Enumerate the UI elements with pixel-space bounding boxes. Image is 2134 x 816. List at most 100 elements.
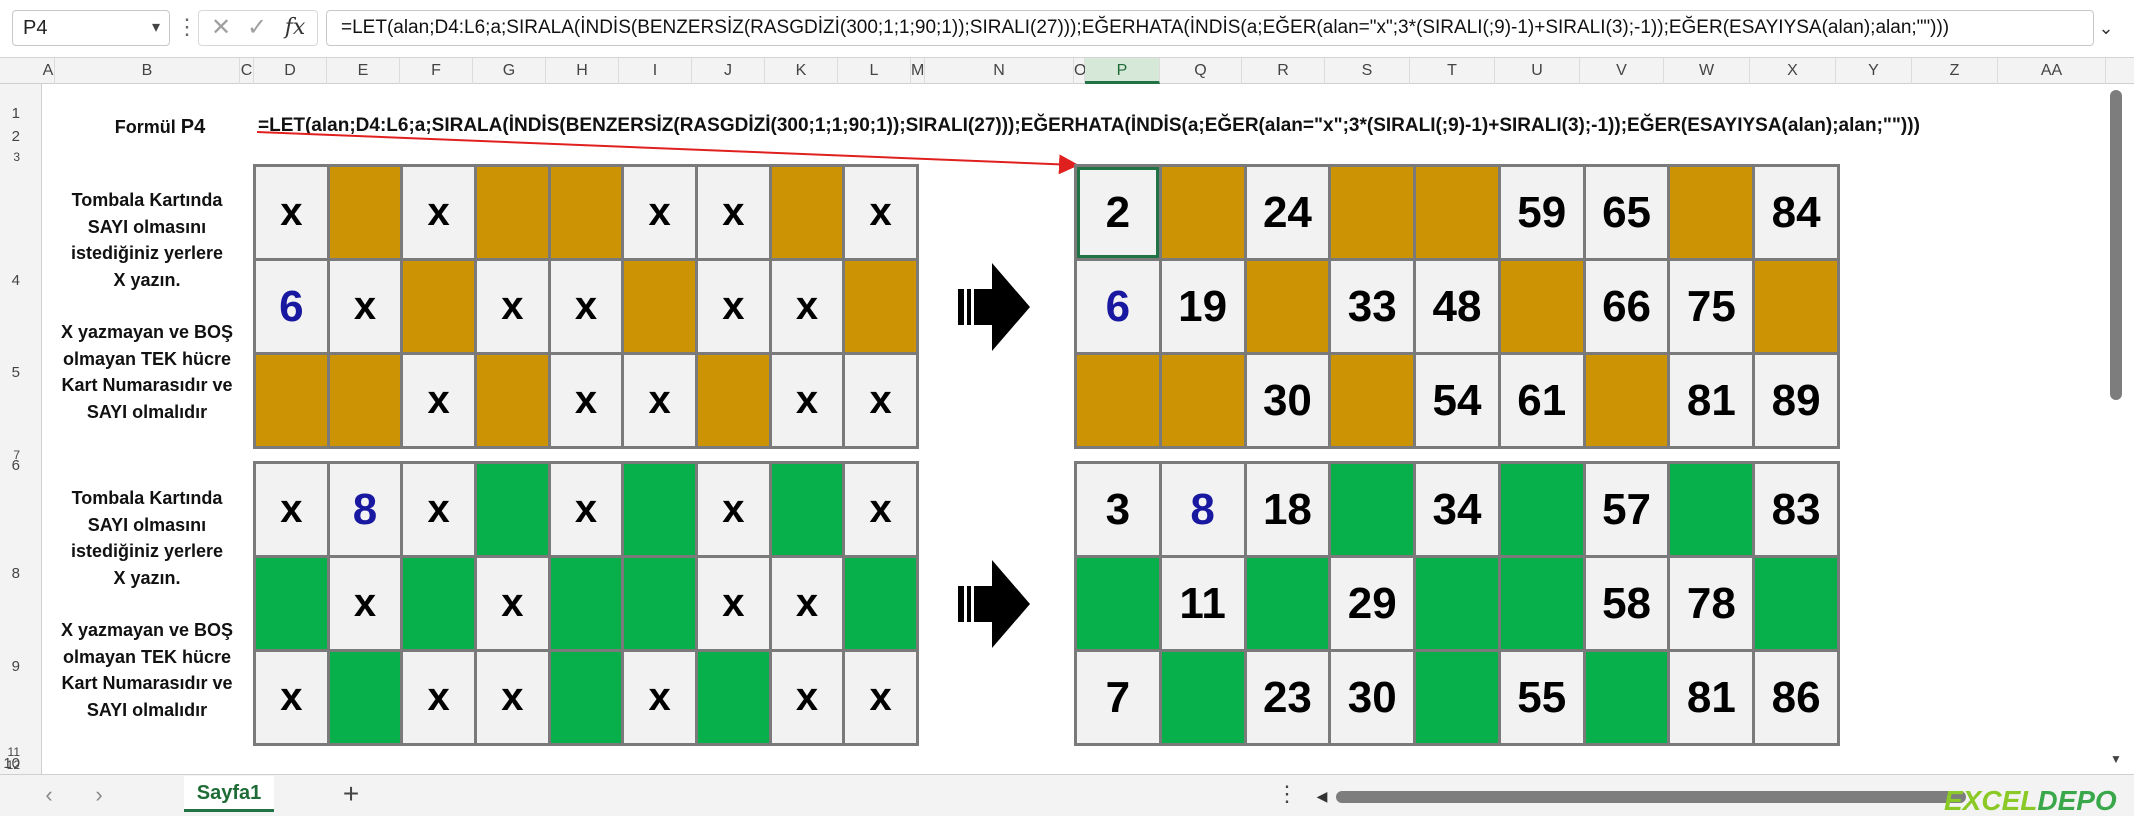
card-output-cell[interactable]: 18 <box>1246 464 1329 555</box>
scroll-left-icon[interactable]: ◀ <box>1314 786 1330 806</box>
column-header[interactable]: I <box>619 58 692 84</box>
card-output-cell[interactable] <box>1077 355 1159 446</box>
card-input-cell[interactable]: x <box>624 652 695 743</box>
card-input-cell[interactable]: x <box>845 167 916 258</box>
column-header[interactable]: X <box>1750 58 1836 84</box>
column-header[interactable]: F <box>400 58 473 84</box>
card-input-cell[interactable] <box>550 167 622 258</box>
card-output-cell[interactable] <box>1161 167 1244 258</box>
column-header[interactable]: L <box>838 58 911 84</box>
card-output-cell[interactable] <box>1246 261 1329 352</box>
card-output-cell[interactable] <box>1585 652 1668 743</box>
card-output-cell[interactable]: 30 <box>1246 355 1329 446</box>
card-output-cell[interactable]: 23 <box>1246 652 1329 743</box>
card-output-cell[interactable]: 57 <box>1585 464 1668 555</box>
card-input-cell[interactable] <box>624 464 695 555</box>
card-input-cell[interactable]: x <box>476 652 548 743</box>
row-header[interactable]: 3 <box>0 150 42 164</box>
column-header[interactable]: W <box>1664 58 1750 84</box>
column-header[interactable]: P <box>1085 58 1160 84</box>
card-output-cell[interactable] <box>1500 558 1583 649</box>
card-output-cell[interactable]: 65 <box>1585 167 1668 258</box>
card-input-cell[interactable]: x <box>697 261 769 352</box>
card-output-cell[interactable]: 8 <box>1161 464 1244 555</box>
card-input-cell[interactable] <box>845 558 916 649</box>
card-output-cell[interactable]: 55 <box>1500 652 1583 743</box>
card-output-cell[interactable]: 2 <box>1077 167 1159 258</box>
card-input-cell[interactable]: x <box>550 261 622 352</box>
card-input-cell[interactable]: x <box>550 355 622 446</box>
card-output-cell[interactable]: 81 <box>1670 355 1753 446</box>
card-output-cell[interactable]: 83 <box>1755 464 1837 555</box>
formula-input[interactable]: =LET(alan;D4:L6;a;SIRALA(İNDİS(BENZERSİZ… <box>326 10 2094 46</box>
card-output-cell[interactable]: 3 <box>1077 464 1159 555</box>
card-output-cell[interactable]: 33 <box>1331 261 1414 352</box>
card-output-cell[interactable]: 89 <box>1755 355 1837 446</box>
card-output-cell[interactable]: 29 <box>1331 558 1414 649</box>
card-output-cell[interactable]: 30 <box>1331 652 1414 743</box>
column-header[interactable]: U <box>1495 58 1580 84</box>
card-input-cell[interactable]: x <box>771 355 843 446</box>
card-input-cell[interactable]: x <box>550 464 622 555</box>
column-header[interactable]: Q <box>1160 58 1242 84</box>
card-input-cell[interactable]: x <box>845 355 916 446</box>
column-header[interactable]: D <box>254 58 327 84</box>
previous-sheet-icon[interactable]: ‹ <box>36 780 62 810</box>
card-output-cell[interactable]: 86 <box>1755 652 1837 743</box>
card-output-cell[interactable] <box>1331 464 1414 555</box>
card-output-cell[interactable] <box>1755 558 1837 649</box>
card-input-cell[interactable]: x <box>256 167 327 258</box>
card-input-cell[interactable] <box>624 558 695 649</box>
column-header[interactable]: AA <box>1998 58 2106 84</box>
card-input-cell[interactable] <box>697 652 769 743</box>
card-input-cell[interactable]: x <box>845 652 916 743</box>
vertical-scrollbar[interactable] <box>2110 90 2122 400</box>
card-output-cell[interactable]: 66 <box>1585 261 1668 352</box>
column-header[interactable]: A <box>42 58 55 84</box>
cancel-icon[interactable]: ✕ <box>204 10 238 46</box>
card-input-cell[interactable]: x <box>329 558 401 649</box>
card-input-cell[interactable]: x <box>697 167 769 258</box>
card-input-cell[interactable]: x <box>403 167 474 258</box>
row-header[interactable]: 9 <box>0 556 42 675</box>
card-input-cell[interactable] <box>476 167 548 258</box>
card-input-cell[interactable]: x <box>845 464 916 555</box>
card-input-cell[interactable]: x <box>697 558 769 649</box>
card-output-cell[interactable]: 24 <box>1246 167 1329 258</box>
enter-icon[interactable]: ✓ <box>240 10 274 46</box>
row-header[interactable]: 8 <box>0 461 42 582</box>
card-input-cell[interactable] <box>550 558 622 649</box>
card-input-cell[interactable]: x <box>771 261 843 352</box>
card-output-cell[interactable] <box>1755 261 1837 352</box>
card-input-cell[interactable]: x <box>329 261 401 352</box>
column-header[interactable]: Z <box>1912 58 1998 84</box>
card-output-cell[interactable] <box>1670 167 1753 258</box>
card-input-cell[interactable] <box>329 652 401 743</box>
card-output-cell[interactable] <box>1500 464 1583 555</box>
column-header[interactable]: G <box>473 58 546 84</box>
scroll-down-icon[interactable]: ▼ <box>2108 752 2124 768</box>
card-output-cell[interactable]: 19 <box>1161 261 1244 352</box>
card-output-cell[interactable] <box>1670 464 1753 555</box>
column-header[interactable]: E <box>327 58 400 84</box>
card-output-cell[interactable] <box>1416 652 1498 743</box>
card-input-cell[interactable]: x <box>624 167 695 258</box>
card-output-cell[interactable]: 78 <box>1670 558 1753 649</box>
card-input-cell[interactable] <box>329 167 401 258</box>
horizontal-scrollbar[interactable] <box>1336 791 1966 803</box>
column-header[interactable]: O <box>1074 58 1086 84</box>
row-header[interactable]: 2 <box>0 124 42 150</box>
column-header[interactable]: H <box>546 58 619 84</box>
column-header[interactable]: C <box>240 58 254 84</box>
add-sheet-button[interactable]: + <box>336 780 366 810</box>
column-header[interactable]: S <box>1325 58 1410 84</box>
card-input-cell[interactable]: x <box>476 261 548 352</box>
card-output-cell[interactable]: 75 <box>1670 261 1753 352</box>
card-input-cell[interactable] <box>550 652 622 743</box>
card-input-cell[interactable] <box>771 167 843 258</box>
card-input-cell[interactable] <box>697 355 769 446</box>
card-output-cell[interactable] <box>1246 558 1329 649</box>
card-output-cell[interactable]: 61 <box>1500 355 1583 446</box>
card-input-cell[interactable]: x <box>697 464 769 555</box>
card-output-cell[interactable]: 84 <box>1755 167 1837 258</box>
